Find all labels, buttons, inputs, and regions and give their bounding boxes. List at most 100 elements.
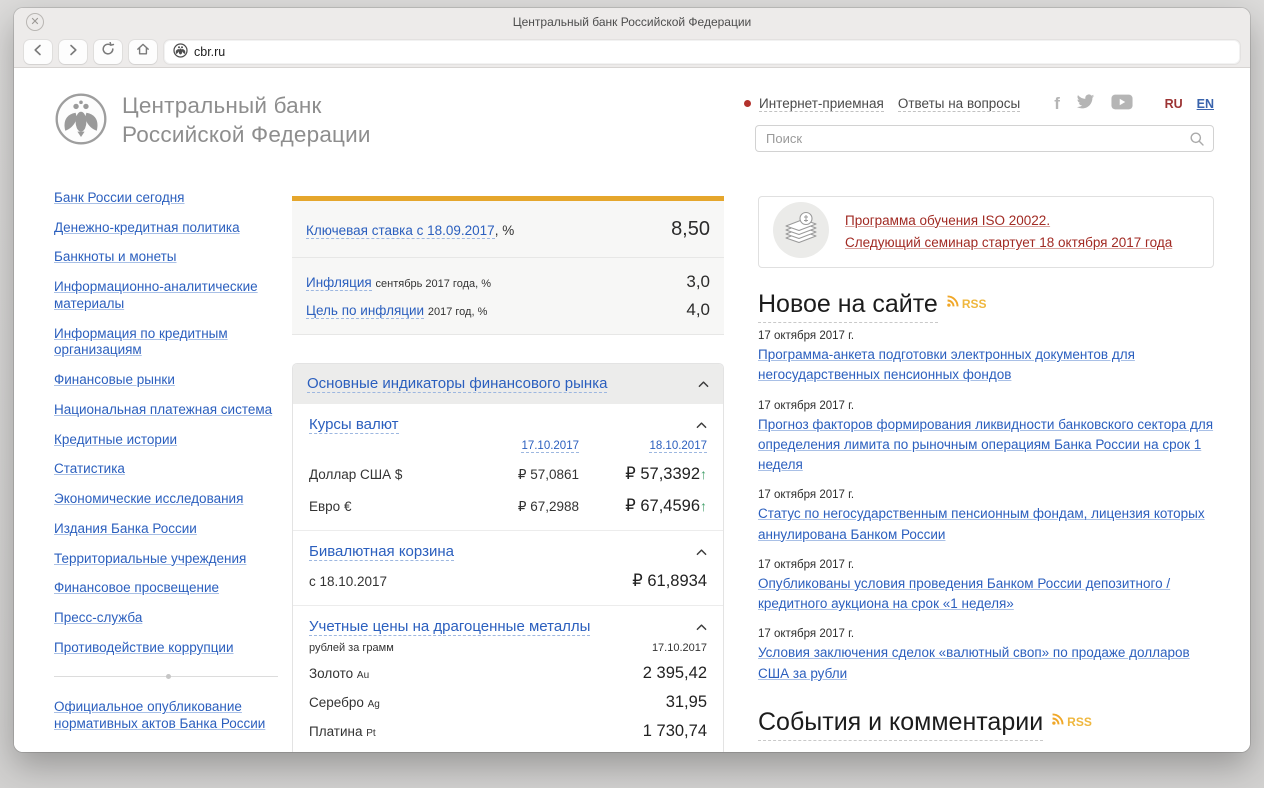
sidebar-item-economic-research[interactable]: Экономические исследования [54,491,286,508]
header-links: Интернет-приемная Ответы на вопросы f RU… [744,94,1214,113]
rss-label: RSS [1067,715,1092,729]
events-section-title[interactable]: События и комментарии [758,708,1043,741]
inflation-target-link[interactable]: Цель по инфляции [306,303,424,319]
currency-date-now-link[interactable]: 18.10.2017 [649,440,707,453]
news-item-link[interactable]: Опубликованы условия проведения Банком Р… [758,576,1170,611]
news-section-title[interactable]: Новое на сайте [758,290,938,323]
language-switcher: RU EN [1165,97,1214,111]
bicurrency-basket-section: Бивалютная корзина с 18.10.2017 ₽ 61,893… [293,531,723,606]
indicators-panel: Основные индикаторы финансового рынка Ку… [292,363,724,752]
currency-eur-name: Евро € [309,499,461,514]
currency-rates-title-link[interactable]: Курсы валют [309,416,399,434]
basket-collapse-chevron-up-icon[interactable] [696,543,707,561]
site-logo[interactable]: Центральный банк Российской Федерации [54,92,371,151]
events-rss-link[interactable]: RSS [1051,712,1092,731]
site-favicon-eagle-icon [173,43,188,61]
url-bar[interactable]: cbr.ru [164,40,1240,64]
news-item-link[interactable]: Программа-анкета подготовки электронных … [758,347,1135,382]
search-box [755,125,1214,152]
eur-up-arrow-icon: ↑ [700,498,707,514]
sidebar-item-territorial[interactable]: Территориальные учреждения [54,551,286,568]
bicurrency-basket-title-link[interactable]: Бивалютная корзина [309,543,454,561]
currency-table: 17.10.2017 18.10.2017 Доллар США $ ₽ 57,… [309,440,707,516]
currency-collapse-chevron-up-icon[interactable] [696,416,707,434]
news-list: 17 октября 2017 г. Программа-анкета подг… [758,330,1220,698]
window-title: Центральный банк Российской Федерации [513,15,752,29]
search-input[interactable] [755,125,1214,152]
back-button[interactable] [24,40,52,64]
facebook-icon[interactable]: f [1054,95,1060,112]
iso-banner-link-line2[interactable]: Следующий семинар стартует 18 октября 20… [845,232,1172,254]
inflation-link[interactable]: Инфляция [306,275,372,291]
twitter-icon[interactable] [1076,94,1095,113]
browser-window: ✕ Центральный банк Российской Федерации … [14,8,1250,752]
sidebar-item-monetary-policy[interactable]: Денежно-кредитная политика [54,220,286,237]
sidebar-item-payment-system[interactable]: Национальная платежная система [54,402,286,419]
inflation-value: 3,0 [686,272,710,292]
search-icon[interactable] [1189,131,1205,152]
platinum-value: 1 730,74 [643,722,707,741]
iso-banner-link-line1[interactable]: Программа обучения ISO 20022. [845,210,1172,232]
sidebar-item-financial-education[interactable]: Финансовое просвещение [54,580,286,597]
collapse-chevron-up-icon[interactable] [698,375,709,393]
news-item-link[interactable]: Статус по негосударственным пенсионным ф… [758,506,1205,541]
news-item: 17 октября 2017 г. Опубликованы условия … [758,559,1220,615]
sidebar-item-banknotes[interactable]: Банкноты и монеты [54,249,286,266]
currency-rates-section: Курсы валют 17.10.2017 18.10.2017 Доллар… [293,404,723,531]
sidebar-item-statistics[interactable]: Статистика [54,461,286,478]
faq-link[interactable]: Ответы на вопросы [898,96,1020,112]
inflation-target-note: 2017 год, % [428,306,488,318]
youtube-icon[interactable] [1111,94,1133,113]
news-item-date: 17 октября 2017 г. [758,489,1220,501]
news-item: 17 октября 2017 г. Прогноз факторов форм… [758,400,1220,476]
metals-date: 17.10.2017 [652,642,707,654]
indicators-panel-title-link[interactable]: Основные индикаторы финансового рынка [307,375,607,393]
rss-label: RSS [962,297,987,311]
news-item-link[interactable]: Прогноз факторов формирования ликвидност… [758,417,1213,473]
rss-icon [946,294,960,313]
key-rate-link[interactable]: Ключевая ставка с 18.09.2017 [306,223,495,239]
news-rss-link[interactable]: RSS [946,294,987,313]
home-button[interactable] [129,40,157,64]
sidebar-item-analytics[interactable]: Информационно-аналитические материалы [54,279,286,312]
sidebar-divider [54,676,278,677]
metals-collapse-chevron-up-icon[interactable] [696,618,707,636]
reload-button[interactable] [94,40,122,64]
red-bullet-icon [744,100,751,107]
news-item-date: 17 октября 2017 г. [758,400,1220,412]
news-section-header: Новое на сайте RSS [758,290,987,323]
sidebar-item-publications[interactable]: Издания Банка России [54,521,286,538]
sidebar-item-bank-today[interactable]: Банк России сегодня [54,190,286,207]
sidebar-item-credit-orgs[interactable]: Информация по кредитным организациям [54,326,286,359]
platinum-name: Платина [309,724,362,739]
browser-toolbar: cbr.ru [14,36,1250,68]
internet-reception-link[interactable]: Интернет-приемная [759,96,884,112]
close-window-button[interactable]: ✕ [26,13,44,31]
currency-date-prev-link[interactable]: 17.10.2017 [521,440,579,453]
lang-en-button[interactable]: EN [1197,97,1214,111]
sidebar-item-official-publication[interactable]: Официальное опубликование нормативных ак… [54,699,286,732]
silver-symbol: Ag [368,699,380,710]
reload-icon [101,42,115,61]
lang-ru-button[interactable]: RU [1165,97,1183,111]
usd-up-arrow-icon: ↑ [700,466,707,482]
key-rate-value: 8,50 [671,218,710,241]
iso-training-banner[interactable]: Программа обучения ISO 20022. Следующий … [758,196,1214,268]
sidebar-item-credit-histories[interactable]: Кредитные истории [54,432,286,449]
sidebar-item-financial-markets[interactable]: Финансовые рынки [54,372,286,389]
metal-row-platinum: Платина Pt 1 730,74 [309,722,707,741]
sidebar-item-press-service[interactable]: Пресс-служба [54,610,286,627]
gold-symbol: Au [357,670,369,681]
gold-value: 2 395,42 [643,664,707,683]
basket-value: ₽ 61,8934 [632,571,707,591]
news-item-date: 17 октября 2017 г. [758,628,1220,640]
currency-eur-prev-value: ₽ 67,2988 [461,499,579,515]
precious-metals-title-link[interactable]: Учетные цены на драгоценные металлы [309,618,590,636]
home-icon [136,42,150,61]
forward-button[interactable] [59,40,87,64]
sidebar-item-anticorruption[interactable]: Противодействие коррупции [54,640,286,657]
metals-unit-label: рублей за грамм [309,642,394,654]
inflation-note: сентябрь 2017 года, % [376,278,492,290]
news-item-link[interactable]: Условия заключения сделок «валютный своп… [758,645,1190,680]
site-name: Центральный банк Российской Федерации [122,92,371,150]
